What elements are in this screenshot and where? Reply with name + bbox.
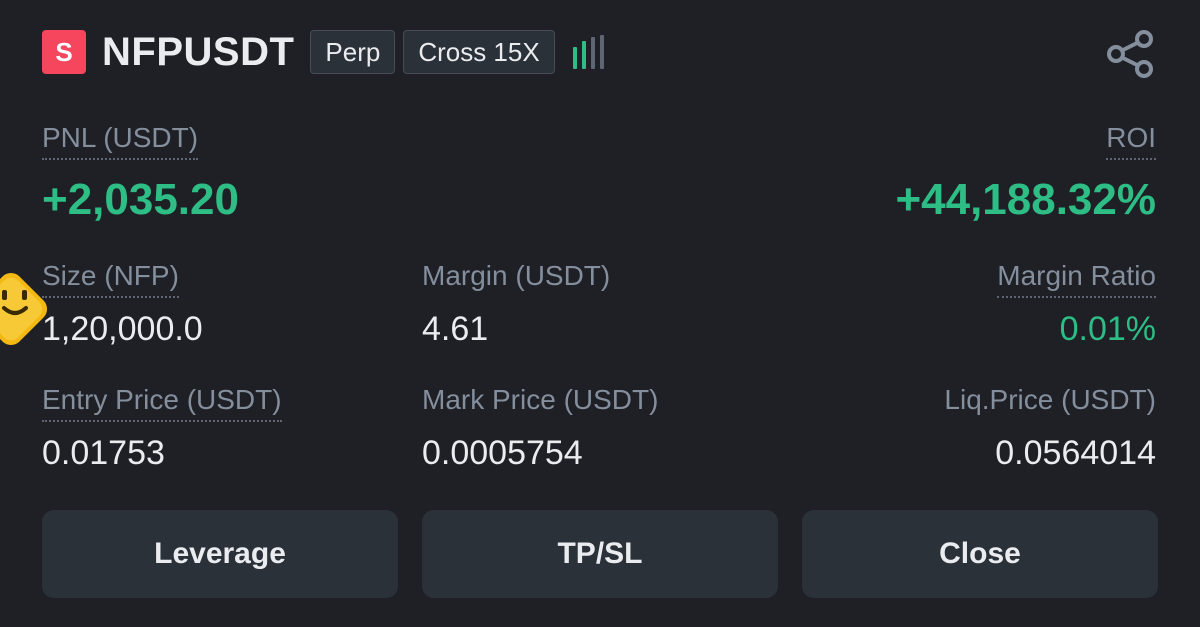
close-position-button[interactable]: Close <box>802 510 1158 598</box>
mark-price-label: Mark Price (USDT) <box>422 384 659 415</box>
position-header: S NFPUSDT Perp Cross 15X <box>42 30 604 74</box>
size-label[interactable]: Size (NFP) <box>42 262 179 298</box>
margin-mode-tag[interactable]: Cross 15X <box>403 30 555 74</box>
pnl-value: +2,035.20 <box>42 175 239 224</box>
roi-label[interactable]: ROI <box>1106 124 1156 160</box>
margin-ratio-label[interactable]: Margin Ratio <box>997 262 1156 298</box>
pnl-label[interactable]: PNL (USDT) <box>42 124 199 160</box>
margin-value: 4.61 <box>422 310 489 348</box>
liq-price-label: Liq.Price (USDT) <box>944 384 1156 415</box>
size-value: 1,20,000.0 <box>42 310 203 348</box>
short-side-badge: S <box>42 30 86 74</box>
risk-bars-icon <box>572 35 604 69</box>
symbol-title[interactable]: NFPUSDT <box>102 30 294 75</box>
contract-type-tag: Perp <box>310 30 396 74</box>
floating-smiley-icon[interactable] <box>0 258 62 360</box>
share-icon[interactable] <box>1104 28 1156 80</box>
tpsl-button[interactable]: TP/SL <box>422 510 778 598</box>
margin-ratio-value: 0.01% <box>1059 310 1156 348</box>
liq-price-value: 0.0564014 <box>995 434 1156 472</box>
leverage-button[interactable]: Leverage <box>42 510 398 598</box>
entry-price-label[interactable]: Entry Price (USDT) <box>42 386 282 422</box>
mark-price-value: 0.0005754 <box>422 434 583 472</box>
margin-label: Margin (USDT) <box>422 260 611 291</box>
roi-value: +44,188.32% <box>895 175 1156 224</box>
entry-price-value: 0.01753 <box>42 434 165 472</box>
